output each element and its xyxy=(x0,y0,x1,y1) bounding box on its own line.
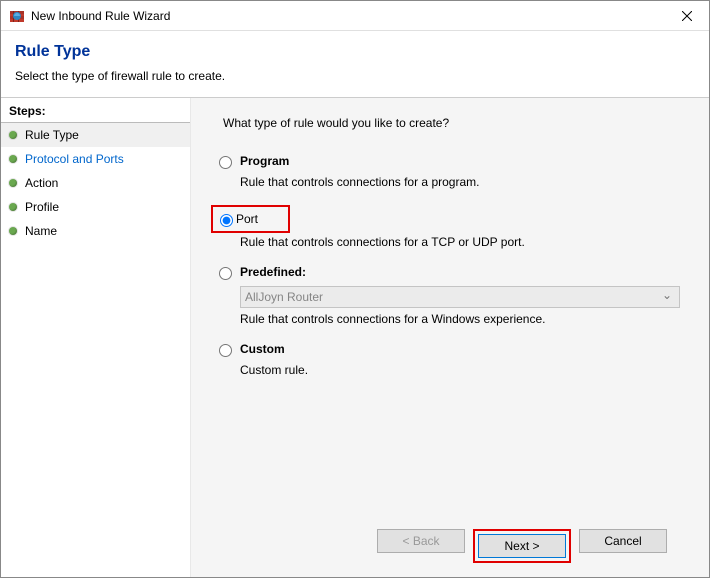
prompt-text: What type of rule would you like to crea… xyxy=(213,116,687,130)
option-program-desc: Rule that controls connections for a pro… xyxy=(240,175,687,189)
close-button[interactable] xyxy=(664,1,709,30)
radio-program[interactable] xyxy=(219,156,232,169)
option-predefined-desc: Rule that controls connections for a Win… xyxy=(240,312,687,326)
bullet-icon xyxy=(9,155,17,163)
bullet-icon xyxy=(9,227,17,235)
next-button[interactable]: Next > xyxy=(478,534,566,558)
steps-heading: Steps: xyxy=(1,98,190,123)
step-action[interactable]: Action xyxy=(1,171,190,195)
window-title: New Inbound Rule Wizard xyxy=(31,9,664,23)
bullet-icon xyxy=(9,131,17,139)
option-port-label: Port xyxy=(236,212,258,226)
predefined-select-wrap: AllJoyn Router xyxy=(240,286,687,308)
wizard-header: Rule Type Select the type of firewall ru… xyxy=(1,31,709,97)
option-program-row: Program xyxy=(213,154,687,169)
step-protocol-ports[interactable]: Protocol and Ports xyxy=(1,147,190,171)
option-program-label: Program xyxy=(240,154,289,168)
option-custom-label: Custom xyxy=(240,342,285,356)
wizard-content: What type of rule would you like to crea… xyxy=(191,98,709,577)
step-profile[interactable]: Profile xyxy=(1,195,190,219)
step-label: Rule Type xyxy=(25,128,79,142)
option-predefined-label: Predefined: xyxy=(240,265,306,279)
step-name[interactable]: Name xyxy=(1,219,190,243)
option-predefined-row: Predefined: xyxy=(213,265,687,280)
option-port-highlight: Port xyxy=(213,205,687,233)
radio-custom[interactable] xyxy=(219,344,232,357)
step-label: Action xyxy=(25,176,58,190)
cancel-button[interactable]: Cancel xyxy=(579,529,667,553)
step-label: Profile xyxy=(25,200,59,214)
radio-port[interactable] xyxy=(220,214,233,227)
step-label: Name xyxy=(25,224,57,238)
wizard-window: New Inbound Rule Wizard Rule Type Select… xyxy=(0,0,710,578)
bullet-icon xyxy=(9,179,17,187)
bullet-icon xyxy=(9,203,17,211)
page-subtitle: Select the type of firewall rule to crea… xyxy=(15,69,695,83)
step-rule-type[interactable]: Rule Type xyxy=(1,123,190,147)
wizard-footer: < Back Next > Cancel xyxy=(213,517,687,577)
radio-predefined[interactable] xyxy=(219,267,232,280)
steps-sidebar: Steps: Rule Type Protocol and Ports Acti… xyxy=(1,98,191,577)
step-label: Protocol and Ports xyxy=(25,152,124,166)
option-port-desc: Rule that controls connections for a TCP… xyxy=(240,235,687,249)
title-bar: New Inbound Rule Wizard xyxy=(1,1,709,31)
next-button-highlight: Next > xyxy=(473,529,571,563)
option-custom-desc: Custom rule. xyxy=(240,363,687,377)
back-button[interactable]: < Back xyxy=(377,529,465,553)
predefined-select[interactable]: AllJoyn Router xyxy=(240,286,680,308)
wizard-body: Steps: Rule Type Protocol and Ports Acti… xyxy=(1,97,709,577)
option-custom-row: Custom xyxy=(213,342,687,357)
page-heading: Rule Type xyxy=(15,43,695,61)
rule-type-options: Program Rule that controls connections f… xyxy=(213,154,687,393)
firewall-icon xyxy=(9,8,25,24)
